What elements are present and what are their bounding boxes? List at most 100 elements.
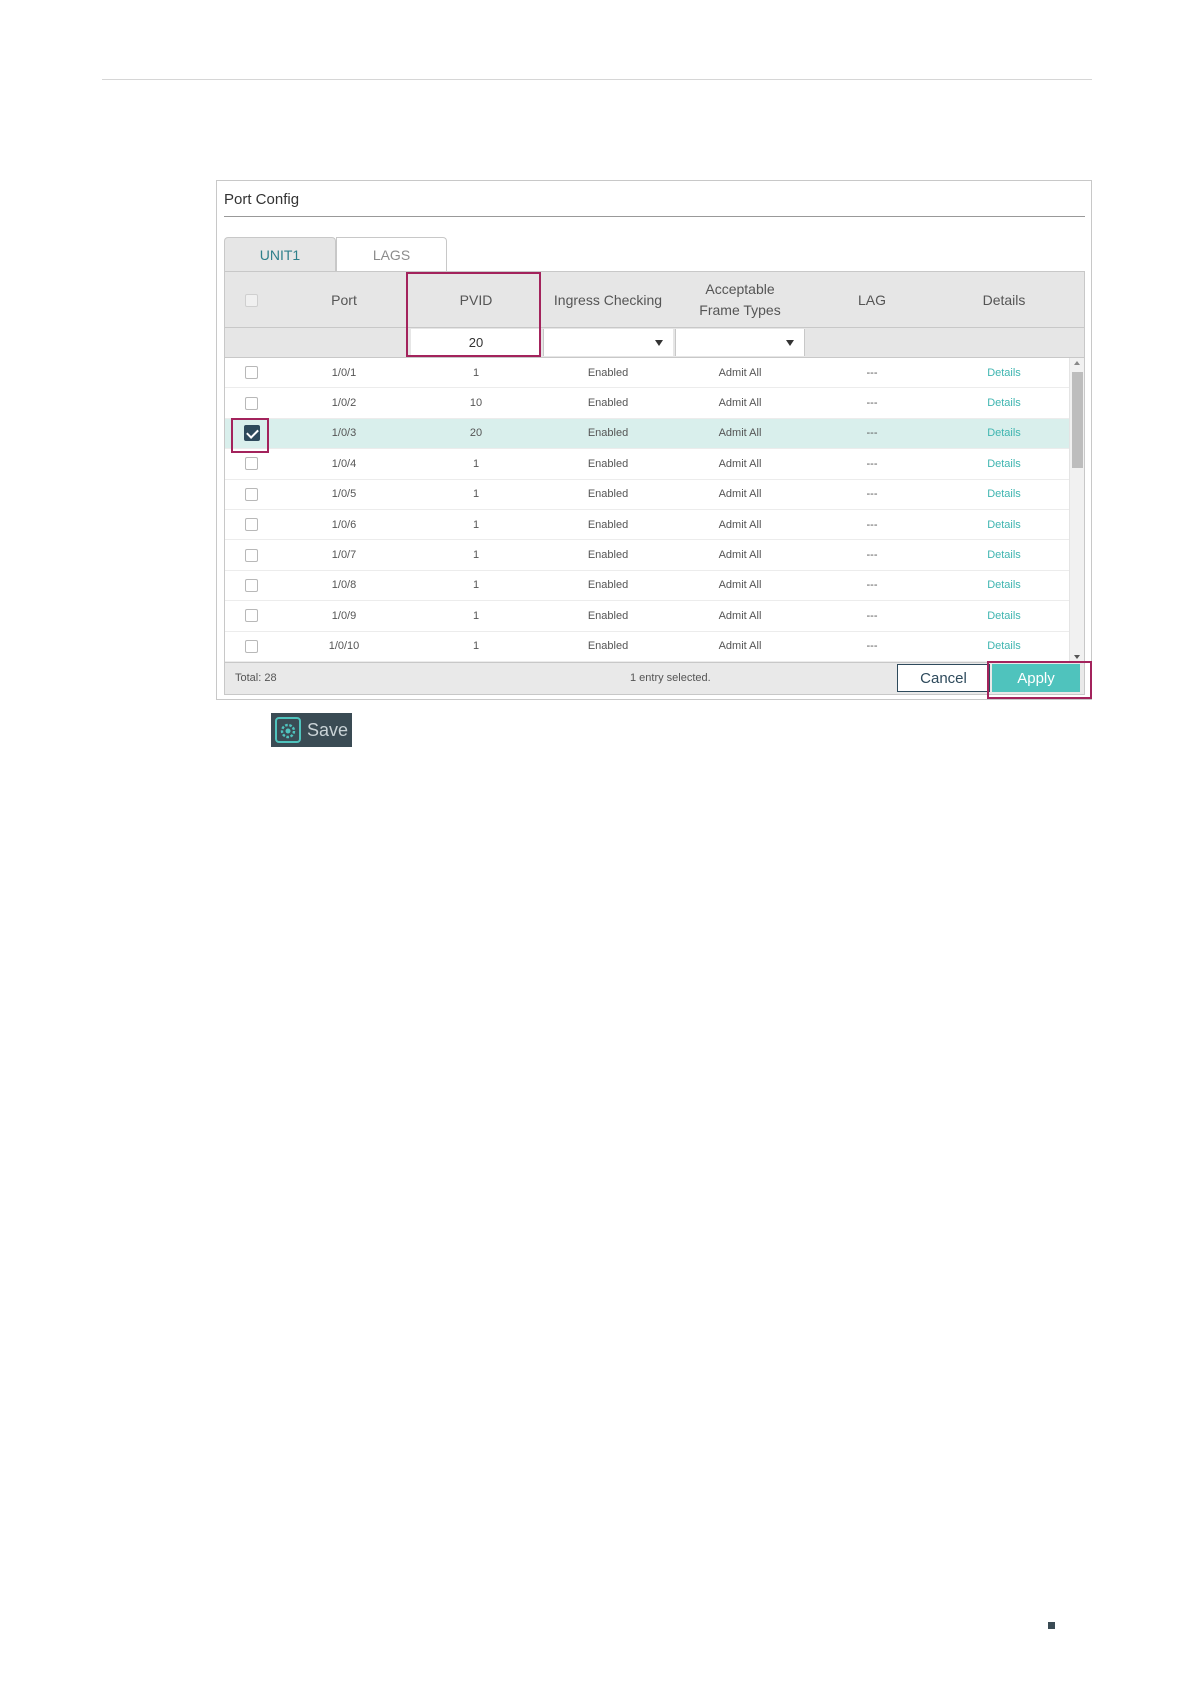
details-link[interactable]: Details — [938, 632, 1069, 661]
cell-frame-types: Admit All — [718, 488, 762, 501]
cell-ingress-checking: Enabled — [587, 518, 629, 531]
row-checkbox[interactable] — [243, 425, 260, 442]
table-row[interactable]: 1/0/5 1 Enabled Admit All --- Details — [225, 480, 1069, 510]
cell-port: 1/0/8 — [331, 579, 357, 592]
row-checkbox[interactable] — [245, 578, 258, 592]
row-checkbox-cell[interactable] — [225, 510, 278, 539]
row-checkbox[interactable] — [245, 396, 258, 410]
table-row[interactable]: 1/0/8 1 Enabled Admit All --- Details — [225, 571, 1069, 602]
table-row[interactable]: 1/0/1 1 Enabled Admit All --- Details — [225, 358, 1069, 389]
table-scrollbar[interactable] — [1069, 358, 1084, 662]
filter-row — [225, 328, 1084, 358]
table-row[interactable]: 1/0/9 1 Enabled Admit All --- Details — [225, 601, 1069, 632]
cell-ingress-checking: Enabled — [587, 609, 629, 622]
frame-types-select[interactable] — [675, 329, 805, 356]
cell-lag: --- — [866, 457, 878, 470]
header-pvid: PVID — [459, 291, 493, 308]
table-row[interactable]: 1/0/4 1 Enabled Admit All --- Details — [225, 449, 1069, 480]
cell-frame-types: Admit All — [718, 397, 762, 410]
details-link[interactable]: Details — [938, 540, 1069, 569]
select-all-checkbox-cell[interactable] — [225, 272, 278, 328]
cell-frame-types: Admit All — [718, 640, 762, 653]
table-footer: Total: 28 1 entry selected. Cancel Apply — [225, 662, 1084, 694]
cell-lag: --- — [866, 579, 878, 592]
table-row[interactable]: 1/0/7 1 Enabled Admit All --- Details — [225, 540, 1069, 571]
table-row[interactable]: 1/0/3 20 Enabled Admit All --- Details — [225, 418, 1069, 450]
cell-lag: --- — [866, 488, 878, 501]
cell-frame-types: Admit All — [718, 549, 762, 562]
cell-frame-types: Admit All — [718, 609, 762, 622]
cell-lag: --- — [866, 397, 878, 410]
cancel-button[interactable]: Cancel — [897, 664, 990, 692]
row-checkbox[interactable] — [245, 609, 258, 623]
details-link[interactable]: Details — [938, 480, 1069, 509]
cell-port: 1/0/2 — [331, 397, 357, 410]
cell-lag: --- — [866, 609, 878, 622]
cell-pvid: 1 — [472, 488, 480, 501]
row-checkbox[interactable] — [245, 518, 258, 532]
scroll-up-arrow-icon[interactable] — [1074, 361, 1080, 365]
cell-pvid: 20 — [469, 427, 483, 440]
table-row[interactable]: 1/0/2 10 Enabled Admit All --- Details — [225, 388, 1069, 419]
details-link[interactable]: Details — [938, 388, 1069, 417]
details-link[interactable]: Details — [938, 510, 1069, 539]
table-header: Port PVID Ingress Checking Acceptable Fr… — [225, 272, 1084, 328]
row-checkbox-cell[interactable] — [225, 601, 278, 630]
row-checkbox-cell[interactable] — [225, 419, 278, 448]
header-ingress-checking: Ingress Checking — [553, 291, 663, 308]
cell-frame-types: Admit All — [718, 427, 762, 440]
cell-lag: --- — [866, 366, 878, 379]
apply-button[interactable]: Apply — [992, 664, 1080, 692]
row-checkbox-cell[interactable] — [225, 571, 278, 600]
row-checkbox[interactable] — [245, 487, 258, 501]
row-checkbox[interactable] — [245, 457, 258, 471]
cell-frame-types: Admit All — [718, 579, 762, 592]
header-lag: LAG — [857, 291, 886, 308]
table-row[interactable]: 1/0/10 1 Enabled Admit All --- Details — [225, 632, 1069, 662]
tab-unit1[interactable]: UNIT1 — [224, 237, 336, 271]
scroll-down-arrow-icon[interactable] — [1074, 655, 1080, 659]
ingress-checking-select[interactable] — [543, 329, 673, 356]
gear-icon — [273, 715, 303, 745]
cell-frame-types: Admit All — [718, 518, 762, 531]
cell-lag: --- — [866, 427, 878, 440]
details-link[interactable]: Details — [938, 419, 1069, 448]
pvid-filter-input[interactable] — [411, 329, 541, 356]
row-checkbox-cell[interactable] — [225, 358, 278, 387]
cell-ingress-checking: Enabled — [587, 427, 629, 440]
table-body: 1/0/1 1 Enabled Admit All --- Details 1/0/2 10 E… — [225, 358, 1069, 662]
table-row[interactable]: 1/0/6 1 Enabled Admit All --- Details — [225, 510, 1069, 541]
cell-port: 1/0/10 — [328, 640, 360, 653]
row-checkbox-cell[interactable] — [225, 449, 278, 478]
cell-frame-types: Admit All — [718, 457, 762, 470]
cell-port: 1/0/9 — [331, 609, 357, 622]
cell-ingress-checking: Enabled — [587, 457, 629, 470]
row-checkbox[interactable] — [245, 366, 258, 380]
row-checkbox-cell[interactable] — [225, 388, 278, 417]
cell-pvid: 1 — [472, 549, 480, 562]
cell-ingress-checking: Enabled — [587, 366, 629, 379]
top-divider — [102, 79, 1092, 80]
cell-port: 1/0/1 — [331, 366, 357, 379]
tab-lags[interactable]: LAGS — [336, 237, 447, 271]
row-checkbox[interactable] — [245, 548, 258, 562]
row-checkbox-cell[interactable] — [225, 540, 278, 569]
cell-pvid: 1 — [472, 640, 480, 653]
details-link[interactable]: Details — [938, 449, 1069, 478]
row-checkbox-cell[interactable] — [225, 480, 278, 509]
panel-title: Port Config — [224, 191, 300, 208]
total-count: Total: 28 — [235, 672, 277, 684]
cell-port: 1/0/4 — [331, 457, 357, 470]
row-checkbox-cell[interactable] — [225, 632, 278, 661]
row-checkbox[interactable] — [245, 639, 258, 653]
save-button[interactable]: Save — [271, 713, 352, 747]
cell-ingress-checking: Enabled — [587, 488, 629, 501]
page-marker — [1048, 1622, 1055, 1629]
select-all-checkbox[interactable] — [245, 293, 258, 307]
details-link[interactable]: Details — [938, 571, 1069, 600]
details-link[interactable]: Details — [938, 601, 1069, 630]
header-acceptable-frame-types: Acceptable Frame Types — [674, 272, 806, 328]
scrollbar-thumb[interactable] — [1072, 372, 1083, 468]
cell-frame-types: Admit All — [718, 366, 762, 379]
details-link[interactable]: Details — [938, 358, 1069, 387]
